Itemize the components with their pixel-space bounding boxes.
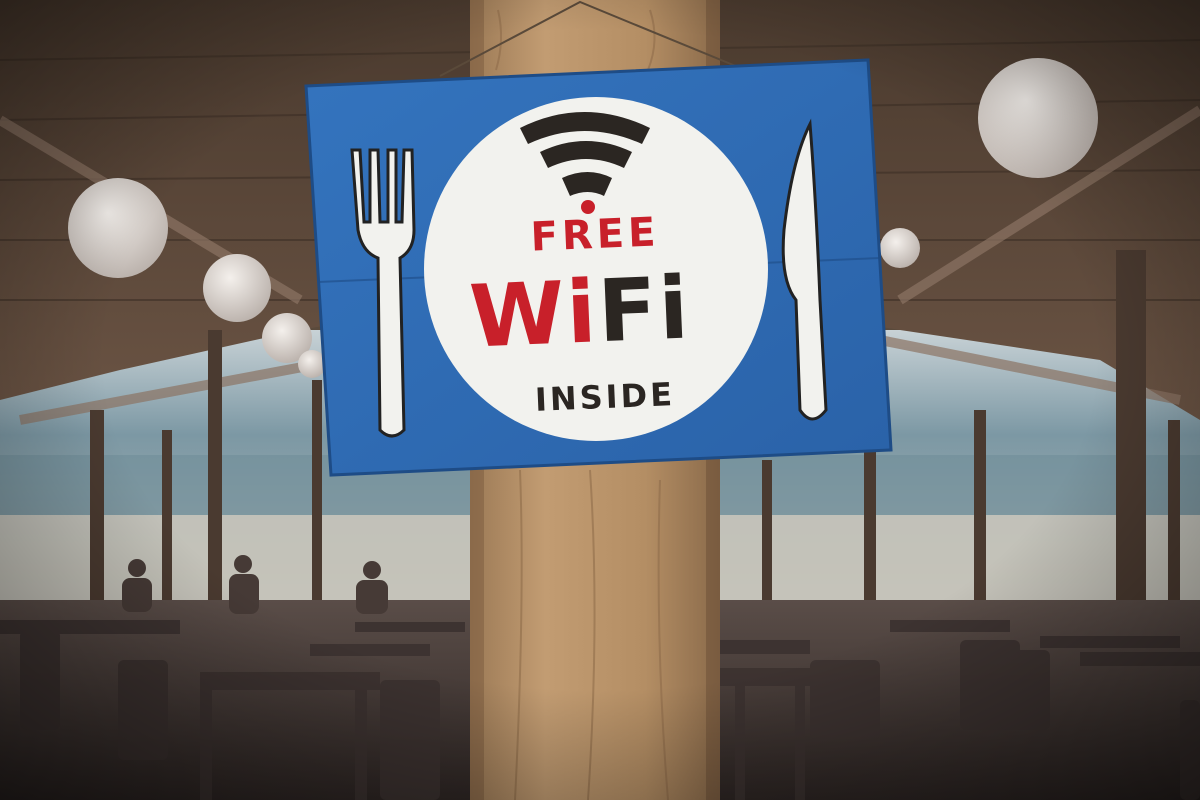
sign-text-inside: INSIDE xyxy=(534,375,676,419)
sign-text-wi: Wi xyxy=(467,262,601,368)
sign-text-free: FREE xyxy=(529,209,661,261)
sign-text-fi: Fi xyxy=(595,258,693,363)
sign-text-wifi: WiFi xyxy=(438,258,721,367)
